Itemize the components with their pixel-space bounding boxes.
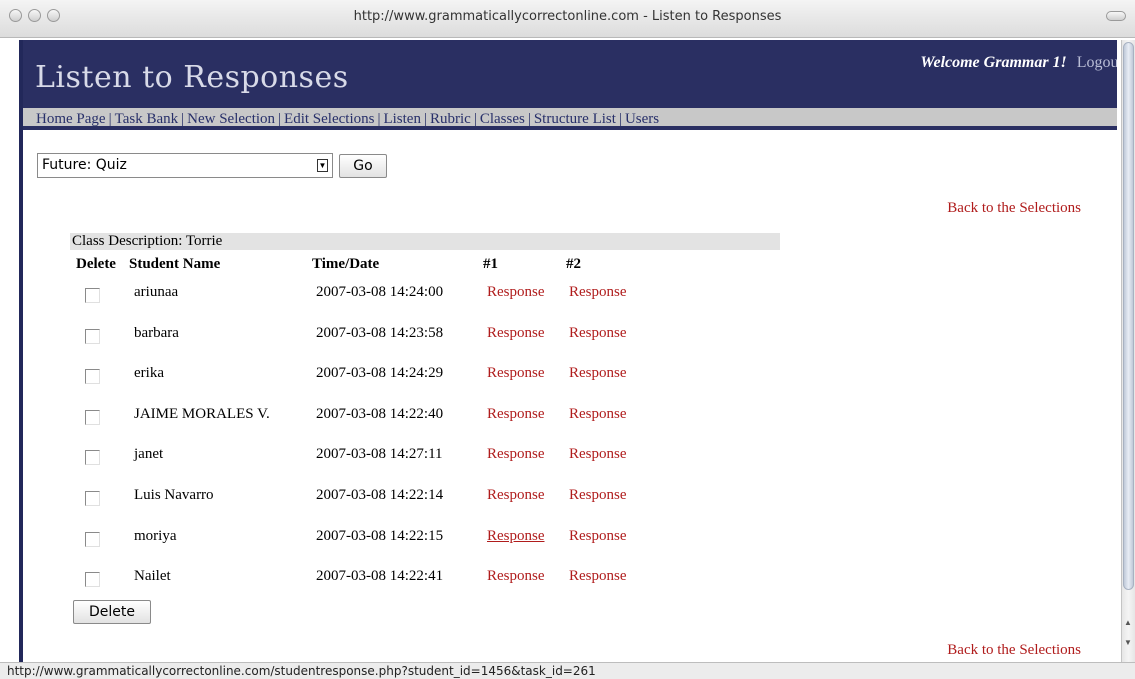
window-titlebar: http://www.grammaticallycorrectonline.co…	[0, 0, 1135, 38]
nav-separator: |	[527, 111, 531, 127]
status-text: http://www.grammaticallycorrectonline.co…	[7, 664, 596, 678]
student-name: JAIME MORALES V.	[134, 406, 270, 422]
student-name: moriya	[134, 528, 177, 544]
logout-link[interactable]: Logout	[1077, 54, 1117, 71]
table-row: Nailet 2007-03-08 14:22:41 Response Respons…	[23, 568, 783, 594]
header-time-date: Time/Date	[312, 256, 380, 272]
nav-link-classes[interactable]: Classes	[480, 111, 525, 127]
response-time: 2007-03-08 14:22:15	[316, 528, 444, 544]
dropdown-arrow-icon: ▼	[317, 159, 328, 172]
back-to-selections-link[interactable]: Back to the Selections	[947, 200, 1081, 217]
delete-button[interactable]: Delete	[73, 600, 151, 624]
delete-checkbox[interactable]	[85, 450, 100, 465]
header-delete: Delete	[76, 256, 116, 272]
scroll-up-icon[interactable]: ▲	[1124, 618, 1132, 627]
status-bar: http://www.grammaticallycorrectonline.co…	[0, 662, 1135, 679]
response-time: 2007-03-08 14:24:29	[316, 365, 444, 381]
response-1-link[interactable]: Response	[487, 528, 545, 545]
page-header: Listen to Responses Welcome Grammar 1! L…	[23, 40, 1117, 106]
nav-separator: |	[473, 111, 477, 127]
scroll-down-icon[interactable]: ▼	[1124, 638, 1132, 647]
page-content: Listen to Responses Welcome Grammar 1! L…	[19, 40, 1117, 662]
table-row: moriya 2007-03-08 14:22:15 Response Respons…	[23, 528, 783, 554]
response-2-link[interactable]: Response	[569, 487, 627, 504]
delete-checkbox[interactable]	[85, 410, 100, 425]
header-response-1: #1	[483, 256, 498, 272]
nav-separator: |	[181, 111, 185, 127]
nav-separator: |	[278, 111, 282, 127]
nav-link-rubric[interactable]: Rubric	[430, 111, 471, 127]
nav-link-users[interactable]: Users	[625, 111, 659, 127]
nav-separator: |	[423, 111, 427, 127]
response-time: 2007-03-08 14:24:00	[316, 284, 444, 300]
response-time: 2007-03-08 14:23:58	[316, 325, 444, 341]
scrollbar-thumb[interactable]	[1123, 42, 1134, 590]
response-1-link[interactable]: Response	[487, 365, 545, 382]
student-name: barbara	[134, 325, 179, 341]
nav-link-structure-list[interactable]: Structure List	[534, 111, 616, 127]
student-name: erika	[134, 365, 164, 381]
nav-link-edit-selections[interactable]: Edit Selections	[284, 111, 374, 127]
table-row: ariunaa 2007-03-08 14:24:00 Response Respon…	[23, 284, 783, 310]
response-1-link[interactable]: Response	[487, 568, 545, 585]
welcome-area: Welcome Grammar 1! Logout	[920, 54, 1117, 72]
back-to-selections-link-bottom[interactable]: Back to the Selections	[947, 642, 1081, 659]
table-row: erika 2007-03-08 14:24:29 Response Response	[23, 365, 783, 391]
response-time: 2007-03-08 14:27:11	[316, 446, 443, 462]
nav-separator: |	[618, 111, 622, 127]
nav-link-listen[interactable]: Listen	[383, 111, 421, 127]
delete-checkbox[interactable]	[85, 491, 100, 506]
selection-dropdown[interactable]: Future: Quiz ▼	[37, 153, 333, 178]
response-1-link[interactable]: Response	[487, 325, 545, 342]
response-2-link[interactable]: Response	[569, 568, 627, 585]
student-name: Nailet	[134, 568, 171, 584]
student-name: Luis Navarro	[134, 487, 214, 503]
response-1-link[interactable]: Response	[487, 446, 545, 463]
response-time: 2007-03-08 14:22:14	[316, 487, 444, 503]
response-time: 2007-03-08 14:22:41	[316, 568, 444, 584]
nav-link-new-selection[interactable]: New Selection	[187, 111, 275, 127]
response-time: 2007-03-08 14:22:40	[316, 406, 444, 422]
table-row: JAIME MORALES V. 2007-03-08 14:22:40 Respo…	[23, 406, 783, 432]
header-student-name: Student Name	[129, 256, 221, 272]
nav-bar: Home Page | Task Bank | New Selection | Edit S…	[23, 106, 1117, 130]
nav-link-task-bank[interactable]: Task Bank	[115, 111, 179, 127]
toolbar-toggle-button[interactable]	[1106, 11, 1126, 21]
delete-checkbox[interactable]	[85, 369, 100, 384]
table-row: janet 2007-03-08 14:27:11 Response Response	[23, 446, 783, 472]
response-2-link[interactable]: Response	[569, 446, 627, 463]
nav-link-home-page[interactable]: Home Page	[36, 111, 106, 127]
delete-checkbox[interactable]	[85, 532, 100, 547]
response-2-link[interactable]: Response	[569, 528, 627, 545]
welcome-text: Welcome Grammar 1!	[920, 54, 1067, 71]
go-button[interactable]: Go	[339, 154, 387, 178]
nav-separator: |	[108, 111, 112, 127]
response-1-link[interactable]: Response	[487, 487, 545, 504]
response-1-link[interactable]: Response	[487, 284, 545, 301]
response-2-link[interactable]: Response	[569, 325, 627, 342]
delete-checkbox[interactable]	[85, 288, 100, 303]
nav-links: Home Page | Task Bank | New Selection | Edit S…	[36, 111, 659, 128]
student-name: janet	[134, 446, 164, 462]
table-row: barbara 2007-03-08 14:23:58 Response Respon…	[23, 325, 783, 351]
class-description: Class Description: Torrie	[70, 233, 780, 250]
response-2-link[interactable]: Response	[569, 365, 627, 382]
delete-checkbox[interactable]	[85, 329, 100, 344]
student-name: ariunaa	[134, 284, 179, 300]
response-1-link[interactable]: Response	[487, 406, 545, 423]
page-title: Listen to Responses	[35, 60, 349, 95]
response-2-link[interactable]: Response	[569, 284, 627, 301]
response-2-link[interactable]: Response	[569, 406, 627, 423]
vertical-scrollbar[interactable]: ▲ ▼	[1121, 40, 1135, 662]
header-response-2: #2	[566, 256, 581, 272]
window-title: http://www.grammaticallycorrectonline.co…	[353, 9, 782, 24]
delete-checkbox[interactable]	[85, 572, 100, 587]
table-row: Luis Navarro 2007-03-08 14:22:14 Response R…	[23, 487, 783, 513]
selection-value: Future: Quiz	[42, 157, 127, 173]
